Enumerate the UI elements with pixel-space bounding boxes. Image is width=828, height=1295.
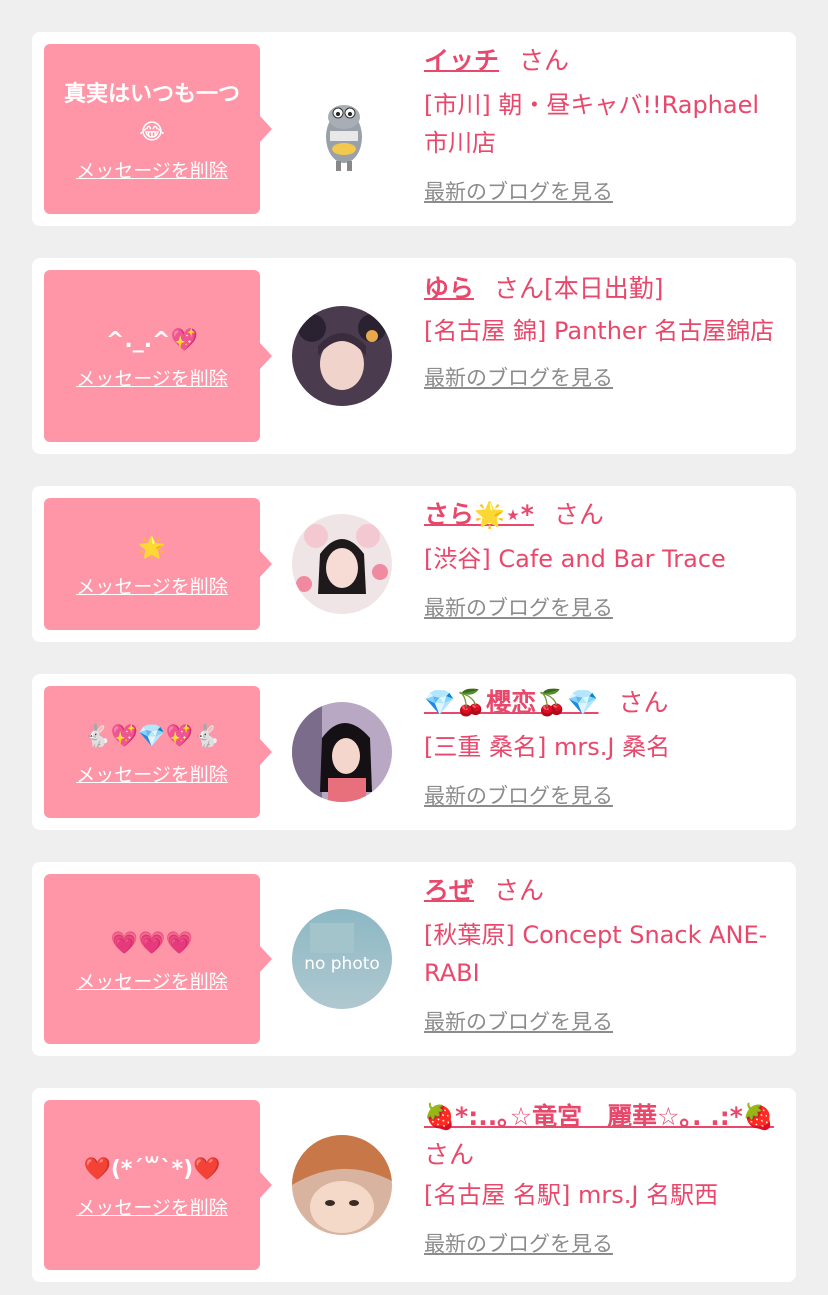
svg-text:no photo: no photo: [304, 954, 380, 974]
message-card: 💗💗💗 メッセージを削除 no photo ろぜ さん [秋葉原] Concep…: [32, 862, 796, 1056]
avatar[interactable]: [292, 702, 392, 802]
message-text: 💗💗💗: [110, 930, 194, 956]
name-line: 💎🍒櫻恋🍒💎 さん: [424, 684, 776, 722]
user-info: さら🌟⋆* さん [渋谷] Cafe and Bar Trace 最新のブログを見…: [424, 496, 776, 622]
user-info: ろぜ さん [秋葉原] Concept Snack ANE-RABI 最新のブログ…: [424, 872, 776, 1036]
name-line-cont: さん: [424, 1136, 776, 1174]
honorific: さん: [424, 1140, 475, 1169]
view-blog-link[interactable]: 最新のブログを見る: [424, 176, 613, 206]
name-line: ろぜ さん: [424, 872, 776, 910]
message-bubble: 真実はいつも一つ😂 メッセージを削除: [44, 44, 272, 214]
status-suffix: [本日出勤]: [544, 274, 664, 303]
honorific: さん: [519, 46, 570, 75]
profile-photo: [292, 1135, 392, 1235]
honorific: さん: [553, 500, 604, 529]
delete-message-link[interactable]: メッセージを削除: [76, 156, 228, 183]
shop-name: [秋葉原] Concept Snack ANE-RABI: [424, 921, 768, 987]
mascot-avatar-image: [292, 79, 392, 179]
shop-name: [渋谷] Cafe and Bar Trace: [424, 545, 726, 573]
avatar[interactable]: [292, 79, 392, 179]
profile-photo: [292, 514, 392, 614]
honorific: さん: [494, 274, 545, 303]
message-text: ❤️(*´꒳`*)❤️: [83, 1156, 221, 1182]
honorific: さん: [494, 876, 545, 905]
shop-name: [三重 桑名] mrs.J 桑名: [424, 733, 671, 761]
message-card: 🐇💖💎💖🐇 メッセージを削除 💎🍒櫻恋🍒💎 さん [三重 桑名] mrs.J 桑名…: [32, 674, 796, 830]
message-bubble: ^._.^💖 メッセージを削除: [44, 270, 272, 442]
name-line: イッチ さん: [424, 42, 776, 80]
view-blog-link[interactable]: 最新のブログを見る: [424, 1228, 613, 1258]
delete-message-link[interactable]: メッセージを削除: [76, 572, 228, 599]
user-info: 🍓*:..｡☆竜宮 麗華☆｡. .:*🍓 さん [名古屋 名駅] mrs.J 名…: [424, 1098, 776, 1258]
delete-message-link[interactable]: メッセージを削除: [76, 1193, 228, 1220]
profile-photo: [292, 702, 392, 802]
name-line: 🍓*:..｡☆竜宮 麗華☆｡. .:*🍓: [424, 1098, 776, 1136]
name-line: ゆら さん[本日出勤]: [424, 270, 776, 308]
user-name-link[interactable]: ゆら: [424, 274, 474, 303]
message-bubble: 🐇💖💎💖🐇 メッセージを削除: [44, 686, 272, 818]
view-blog-link[interactable]: 最新のブログを見る: [424, 592, 613, 622]
user-name-link[interactable]: 💎🍒櫻恋🍒💎: [424, 688, 599, 717]
user-info: ゆら さん[本日出勤] [名古屋 錦] Panther 名古屋錦店 最新のブログを…: [424, 270, 776, 392]
user-info: 💎🍒櫻恋🍒💎 さん [三重 桑名] mrs.J 桑名 最新のブログを見る: [424, 684, 776, 810]
message-text: 🌟: [138, 535, 166, 561]
view-blog-link[interactable]: 最新のブログを見る: [424, 780, 613, 810]
message-text: 真実はいつも一つ😂: [63, 81, 240, 145]
shop-name: [市川] 朝・昼キャバ!!Raphael市川店: [424, 91, 760, 157]
message-card: ^._.^💖 メッセージを削除 ゆら さん[本日出勤] [名古屋 錦] Panth…: [32, 258, 796, 454]
delete-message-link[interactable]: メッセージを削除: [76, 967, 228, 994]
message-bubble: 💗💗💗 メッセージを削除: [44, 874, 272, 1044]
message-list: 真実はいつも一つ😂 メッセージを削除 イッチ さん [市川] 朝・昼キャバ!!R…: [0, 0, 828, 1295]
view-blog-link[interactable]: 最新のブログを見る: [424, 362, 613, 392]
message-card: 真実はいつも一つ😂 メッセージを削除 イッチ さん [市川] 朝・昼キャバ!!R…: [32, 32, 796, 226]
user-name-link[interactable]: 🍓*:..｡☆竜宮 麗華☆｡. .:*🍓: [424, 1102, 774, 1131]
delete-message-link[interactable]: メッセージを削除: [76, 364, 228, 391]
name-line: さら🌟⋆* さん: [424, 496, 776, 534]
view-blog-link[interactable]: 最新のブログを見る: [424, 1006, 613, 1036]
user-info: イッチ さん [市川] 朝・昼キャバ!!Raphael市川店 最新のブログを見る: [424, 42, 776, 206]
avatar[interactable]: no photo: [292, 909, 392, 1009]
message-text: 🐇💖💎💖🐇: [83, 723, 221, 749]
message-text: ^._.^💖: [106, 327, 198, 353]
message-card: 🌟 メッセージを削除 さら🌟⋆* さん [渋谷] Cafe and Bar Tra…: [32, 486, 796, 642]
avatar[interactable]: [292, 306, 392, 406]
delete-message-link[interactable]: メッセージを削除: [76, 760, 228, 787]
honorific: さん: [618, 688, 669, 717]
user-name-link[interactable]: イッチ: [424, 46, 499, 75]
avatar[interactable]: [292, 514, 392, 614]
no-photo-placeholder: no photo: [292, 909, 392, 1009]
message-card: ❤️(*´꒳`*)❤️ メッセージを削除 🍓*:..｡☆竜宮 麗華☆｡. .:*…: [32, 1088, 796, 1282]
message-bubble: 🌟 メッセージを削除: [44, 498, 272, 630]
avatar[interactable]: [292, 1135, 392, 1235]
shop-name: [名古屋 名駅] mrs.J 名駅西: [424, 1181, 719, 1209]
shop-name: [名古屋 錦] Panther 名古屋錦店: [424, 317, 775, 345]
user-name-link[interactable]: ろぜ: [424, 876, 474, 905]
user-name-link[interactable]: さら🌟⋆*: [424, 500, 534, 529]
profile-photo: [292, 306, 392, 406]
message-bubble: ❤️(*´꒳`*)❤️ メッセージを削除: [44, 1100, 272, 1270]
